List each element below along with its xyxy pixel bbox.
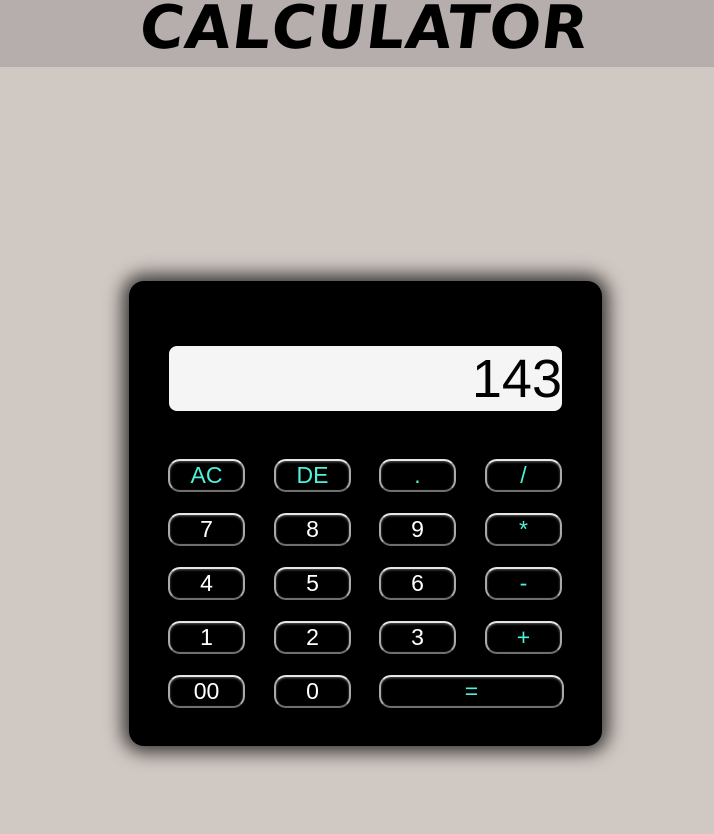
digit-7-button[interactable]: 7 bbox=[168, 513, 245, 546]
digit-00-button[interactable]: 00 bbox=[168, 675, 245, 708]
delete-button[interactable]: DE bbox=[274, 459, 351, 492]
ac-button[interactable]: AC bbox=[168, 459, 245, 492]
multiply-button[interactable]: * bbox=[485, 513, 562, 546]
equals-button[interactable]: = bbox=[379, 675, 564, 708]
header-bar: CALCULATOR bbox=[0, 0, 714, 67]
display-screen: 143 bbox=[169, 346, 562, 411]
plus-button[interactable]: + bbox=[485, 621, 562, 654]
calculator-body: 143 AC DE . / 7 8 9 * 4 5 6 - 1 2 3 + 00… bbox=[129, 281, 602, 746]
digit-3-button[interactable]: 3 bbox=[379, 621, 456, 654]
divide-button[interactable]: / bbox=[485, 459, 562, 492]
digit-6-button[interactable]: 6 bbox=[379, 567, 456, 600]
decimal-button[interactable]: . bbox=[379, 459, 456, 492]
digit-2-button[interactable]: 2 bbox=[274, 621, 351, 654]
digit-1-button[interactable]: 1 bbox=[168, 621, 245, 654]
minus-button[interactable]: - bbox=[485, 567, 562, 600]
digit-9-button[interactable]: 9 bbox=[379, 513, 456, 546]
digit-0-button[interactable]: 0 bbox=[274, 675, 351, 708]
page-title: CALCULATOR bbox=[138, 0, 592, 63]
display-value: 143 bbox=[471, 349, 562, 409]
digit-8-button[interactable]: 8 bbox=[274, 513, 351, 546]
digit-4-button[interactable]: 4 bbox=[168, 567, 245, 600]
digit-5-button[interactable]: 5 bbox=[274, 567, 351, 600]
